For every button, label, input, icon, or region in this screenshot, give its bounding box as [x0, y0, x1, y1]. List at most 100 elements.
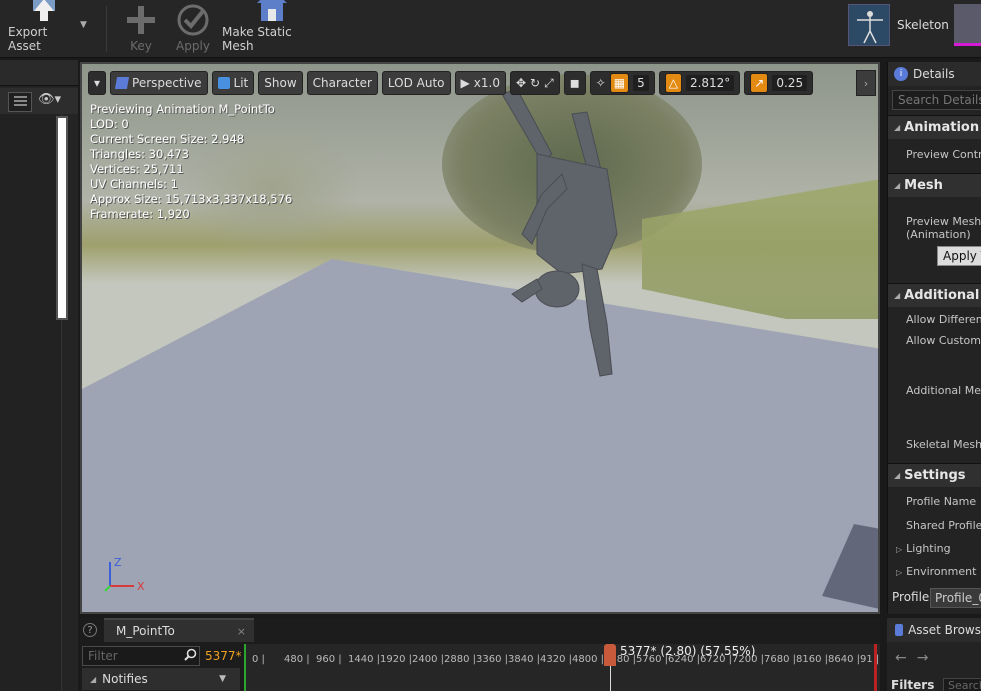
profile-dropdown[interactable]: Profile_0	[930, 588, 981, 608]
apply-label: Apply	[176, 39, 210, 53]
preview-mesh-label: Preview Mesh	[906, 215, 981, 228]
section-mesh[interactable]: ◢ Mesh	[888, 173, 981, 197]
skeletal-meshes-label: Skeletal Meshe	[906, 438, 981, 451]
details-tab[interactable]: i Details	[888, 62, 981, 86]
timeline-tick: 4320 |	[540, 654, 572, 665]
character-model[interactable]	[442, 84, 642, 384]
character-button[interactable]: Character	[306, 71, 378, 95]
lit-button[interactable]: Lit	[211, 71, 255, 95]
collapse-icon: ◢	[894, 291, 901, 300]
export-dropdown-icon[interactable]: ▼	[80, 20, 87, 30]
key-button[interactable]: Key	[122, 0, 160, 58]
profile-name-label: Profile Name	[906, 495, 977, 508]
timeline-tick: 480 |	[284, 654, 310, 665]
playback-speed-button[interactable]: ▶ x1.0	[454, 71, 506, 95]
timeline-ruler: 0 | 480 | 960 | 1440 | 1920 | 2400 | 2880 | 336…	[246, 654, 880, 668]
grid-snap-value[interactable]: 5	[633, 75, 649, 91]
skeleton-label[interactable]: Skeleton	[897, 18, 949, 32]
timeline-tick: 8640 |	[828, 654, 860, 665]
list-view-icon[interactable]	[8, 92, 32, 112]
rotation-snap-value[interactable]: 2.812°	[685, 75, 735, 91]
rotate-icon[interactable]: ↻	[530, 76, 540, 90]
search-icon[interactable]	[184, 648, 197, 664]
timeline-end-marker	[874, 644, 877, 691]
perspective-button[interactable]: Perspective	[110, 71, 208, 95]
apply-to-asset-button[interactable]: Apply T	[937, 246, 981, 266]
asset-browser-icon	[895, 624, 904, 636]
cube-icon: ◼	[569, 76, 580, 90]
filter-input[interactable]: Filter	[82, 646, 200, 666]
playhead-handle[interactable]	[604, 644, 616, 666]
timeline-tick: 2400 |	[412, 654, 444, 665]
angle-icon[interactable]: △	[664, 73, 682, 93]
mesh-thumbnail[interactable]	[954, 4, 981, 46]
grid-snap-group[interactable]: ✧ ▦ 5	[589, 71, 655, 95]
asset-search-input[interactable]: Search	[943, 678, 981, 691]
lod-button[interactable]: LOD Auto	[381, 71, 451, 95]
timeline-tick: 3840 |	[508, 654, 540, 665]
preview-viewport[interactable]: ▾ Perspective Lit Show Character LOD Aut…	[80, 62, 880, 614]
make-static-mesh-button[interactable]: Make Static Mesh	[222, 0, 322, 58]
current-frame-value: 5377*	[205, 649, 242, 663]
eye-icon[interactable]: 👁▾	[38, 92, 61, 107]
section-animation-label: Animation	[904, 120, 980, 135]
viewport-expand-button[interactable]: ›	[856, 70, 876, 96]
filters-button[interactable]: Filters	[891, 678, 934, 691]
timeline[interactable]: 0 | 480 | 960 | 1440 | 1920 | 2400 | 2880 | 336…	[244, 644, 880, 691]
lit-icon	[217, 77, 230, 89]
dropdown-arrow-icon[interactable]: ▼	[219, 674, 226, 684]
timeline-tick: 2880 |	[444, 654, 476, 665]
export-asset-button[interactable]: Export Asset	[8, 0, 80, 58]
details-panel: i Details Search Details ◢ Animation Prev…	[887, 62, 981, 614]
world-local-button[interactable]: ◼	[563, 71, 586, 95]
transform-tools[interactable]: ✥ ↻ ⤢	[509, 71, 560, 95]
allow-different-label: Allow Different	[906, 313, 981, 326]
allow-custom-label: Allow Custom A	[906, 334, 981, 347]
profile-label: Profile	[892, 590, 930, 604]
section-settings[interactable]: ◢ Settings	[888, 463, 981, 487]
apply-button[interactable]: Apply	[172, 0, 214, 58]
scale-snap-group[interactable]: ↗ 0.25	[744, 71, 814, 95]
timeline-tick: 3360 |	[476, 654, 508, 665]
perspective-icon	[114, 77, 130, 89]
timeline-tick: 1920 |	[380, 654, 412, 665]
close-icon[interactable]: ×	[237, 625, 246, 638]
scale-snap-value[interactable]: 0.25	[772, 75, 808, 91]
stats-line: Triangles: 30,473	[90, 147, 189, 161]
show-button[interactable]: Show	[258, 71, 303, 95]
expand-icon: ▷	[896, 568, 903, 577]
stats-line: Approx Size: 15,713x3,337x18,576	[90, 192, 293, 206]
scale-icon[interactable]: ⤢	[544, 76, 554, 91]
preview-mesh-sublabel: (Animation)	[906, 228, 971, 241]
grid-icon[interactable]: ▦	[609, 73, 630, 93]
snap-surface-icon[interactable]: ✧	[596, 76, 606, 90]
notifies-track[interactable]: ◢ Notifies ▼	[82, 668, 240, 690]
sequence-tab[interactable]: M_PointTo ×	[104, 618, 254, 642]
rotation-snap-group[interactable]: △ 2.812°	[658, 71, 741, 95]
expand-icon: ▷	[896, 545, 903, 554]
section-additional-meshes[interactable]: ◢Additional Me	[888, 283, 981, 307]
left-scrollbar[interactable]	[56, 116, 68, 320]
timeline-tick: 0 |	[252, 654, 265, 665]
preview-controller-label: Preview Contro	[906, 148, 981, 161]
asset-browser-tab[interactable]: Asset Brows	[887, 618, 981, 642]
timeline-tick: 8160 |	[796, 654, 828, 665]
play-icon: ▶	[460, 76, 470, 90]
move-icon[interactable]: ✥	[516, 76, 526, 90]
plus-icon	[124, 1, 158, 39]
lighting-group[interactable]: ▷ Lighting	[896, 542, 951, 555]
viewport-menu-button[interactable]: ▾	[88, 71, 107, 95]
section-animation[interactable]: ◢ Animation	[888, 115, 981, 139]
main-toolbar: Export Asset ▼ Key Apply Make Static Mes…	[0, 0, 981, 58]
help-icon[interactable]: ?	[83, 623, 97, 637]
history-nav[interactable]: ←→	[895, 650, 938, 666]
details-search-input[interactable]: Search Details	[892, 90, 981, 110]
skeleton-thumbnail[interactable]	[848, 4, 890, 46]
asset-browser-panel: Asset Brows ←→ Filters Search	[887, 618, 981, 691]
environment-group[interactable]: ▷ Environment	[896, 565, 976, 578]
viewport-toolbar: ▾ Perspective Lit Show Character LOD Aut…	[88, 70, 814, 96]
stats-line: Framerate: 1,920	[90, 207, 190, 221]
stats-line: Vertices: 25,711	[90, 162, 184, 176]
scale-snap-icon[interactable]: ↗	[750, 73, 769, 93]
character-label: Character	[312, 76, 372, 90]
